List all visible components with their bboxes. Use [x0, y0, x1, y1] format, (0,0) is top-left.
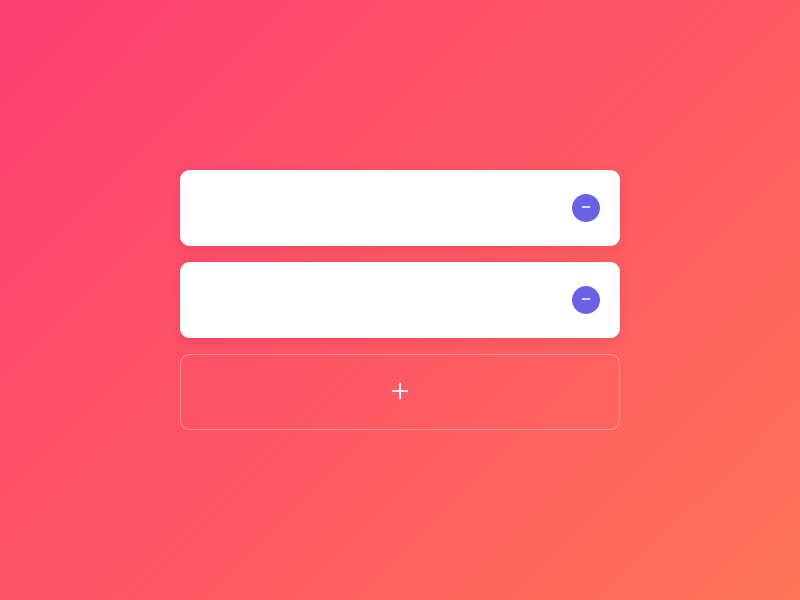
- minus-icon: [580, 293, 592, 308]
- plus-icon: [389, 380, 411, 405]
- add-button[interactable]: [180, 354, 620, 430]
- list-container: [180, 170, 620, 430]
- list-item: [180, 170, 620, 246]
- remove-button[interactable]: [572, 194, 600, 222]
- minus-icon: [580, 201, 592, 216]
- remove-button[interactable]: [572, 286, 600, 314]
- list-item: [180, 262, 620, 338]
